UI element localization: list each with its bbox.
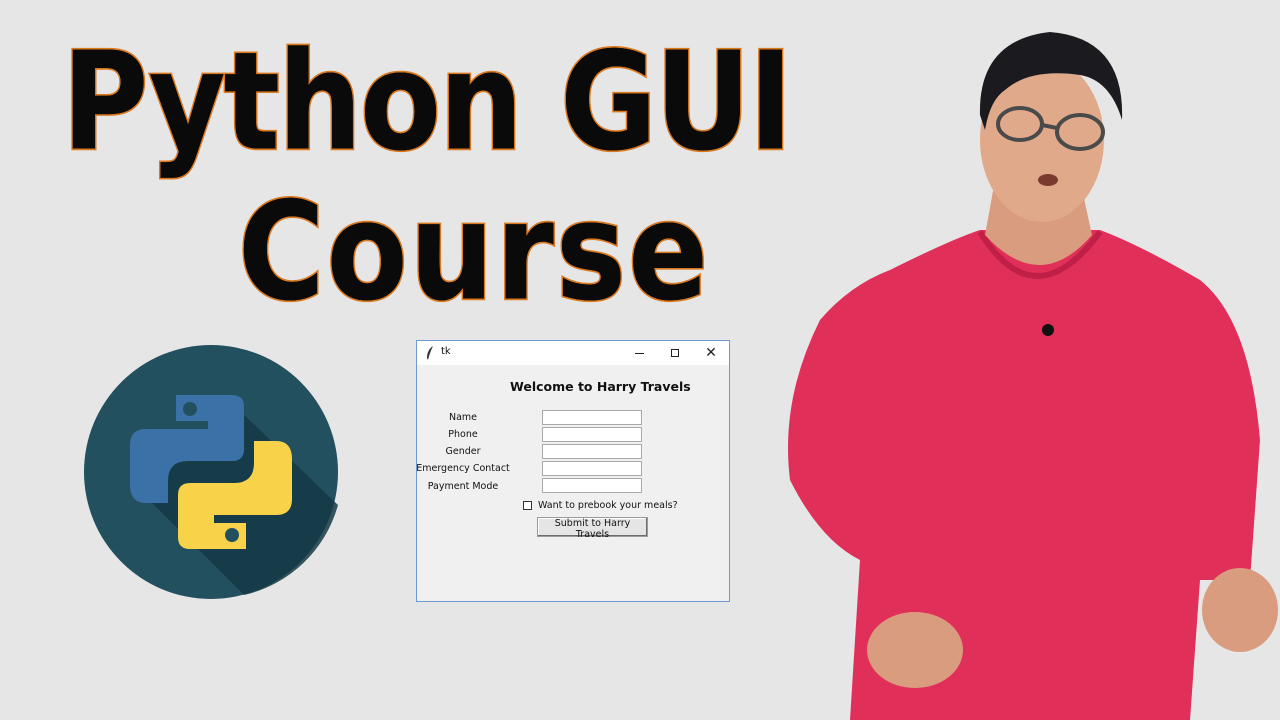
maximize-icon [671,349,679,357]
gender-label: Gender [445,446,481,457]
window-titlebar[interactable]: tk ✕ [417,341,729,365]
emergency-contact-label: Emergency Contact [416,463,510,474]
python-logo-icon [84,345,338,599]
phone-label: Phone [448,429,478,440]
presenter-photo [788,32,1278,720]
prebook-meals-label[interactable]: Want to prebook your meals? [538,500,678,511]
name-field[interactable] [542,410,642,425]
maximize-button[interactable] [657,341,693,365]
name-label: Name [448,412,478,423]
title-line-2: Course [236,170,711,332]
submit-button[interactable]: Submit to Harry Travels [537,517,648,540]
payment-mode-label: Payment Mode [427,481,499,492]
title-line-1: Python GUI [61,20,795,182]
prebook-meals-checkbox[interactable] [523,501,532,510]
gender-field[interactable] [542,444,642,459]
phone-field[interactable] [542,427,642,442]
tk-window: tk ✕ Welcome to Harry Travels Name Phone… [416,340,730,602]
payment-mode-field[interactable] [542,478,642,493]
window-title: tk [441,346,451,357]
close-icon: ✕ [705,345,717,361]
emergency-contact-field[interactable] [542,461,642,476]
tk-feather-icon [427,346,433,360]
minimize-icon [634,352,644,354]
minimize-button[interactable] [621,341,657,365]
welcome-heading: Welcome to Harry Travels [510,379,691,394]
close-button[interactable]: ✕ [693,341,729,365]
